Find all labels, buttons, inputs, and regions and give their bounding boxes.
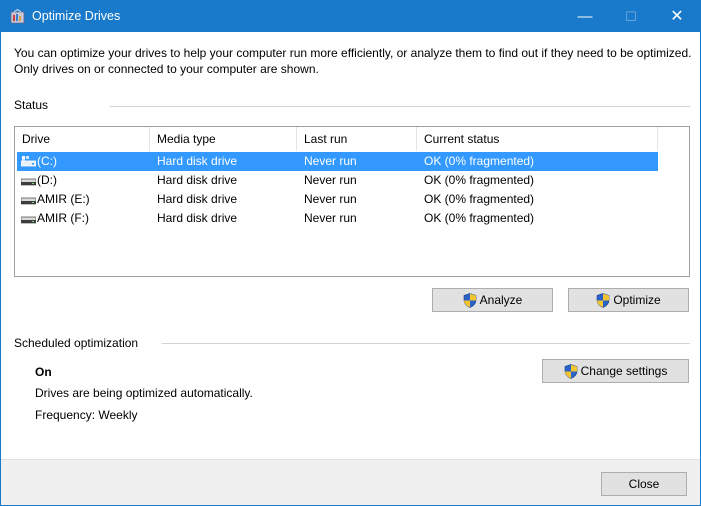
column-header-drive[interactable]: Drive bbox=[15, 127, 150, 151]
scheduled-section-label: Scheduled optimization bbox=[14, 336, 139, 350]
current-status: OK (0% fragmented) bbox=[424, 173, 535, 187]
drive-row-f[interactable]: AMIR (F:) Hard disk drive Never run OK (… bbox=[17, 209, 658, 228]
media-type: Hard disk drive bbox=[157, 192, 238, 206]
drive-name: (C:) bbox=[37, 154, 57, 168]
change-settings-label: Change settings bbox=[580, 364, 668, 378]
media-type: Hard disk drive bbox=[157, 211, 238, 225]
change-settings-button[interactable]: Change settings bbox=[542, 359, 689, 383]
hard-drive-icon bbox=[21, 216, 36, 224]
close-button[interactable]: Close bbox=[601, 472, 687, 496]
uac-shield-icon bbox=[597, 292, 610, 308]
footer-bar: Close bbox=[1, 459, 700, 505]
intro-text: You can optimize your drives to help you… bbox=[14, 46, 692, 76]
media-type: Hard disk drive bbox=[157, 154, 238, 168]
last-run: Never run bbox=[304, 192, 357, 206]
hard-drive-icon bbox=[21, 197, 36, 205]
window-title: Optimize Drives bbox=[32, 9, 121, 23]
drive-row-d[interactable]: (D:) Hard disk drive Never run OK (0% fr… bbox=[17, 171, 658, 190]
drives-list[interactable]: Drive Media type Last run Current status… bbox=[14, 126, 690, 277]
current-status: OK (0% fragmented) bbox=[424, 192, 535, 206]
current-status: OK (0% fragmented) bbox=[424, 154, 535, 168]
analyze-button[interactable]: Analyze bbox=[432, 288, 553, 312]
schedule-state: On bbox=[35, 365, 52, 379]
drive-name: (D:) bbox=[37, 173, 57, 187]
current-status: OK (0% fragmented) bbox=[424, 211, 535, 225]
schedule-frequency: Frequency: Weekly bbox=[35, 408, 138, 422]
optimize-drives-icon bbox=[10, 9, 25, 24]
close-window-button[interactable]: ✕ bbox=[654, 1, 700, 32]
drive-row-c[interactable]: (C:) Hard disk drive Never run OK (0% fr… bbox=[17, 152, 658, 171]
drive-row-e[interactable]: AMIR (E:) Hard disk drive Never run OK (… bbox=[17, 190, 658, 209]
drive-name: AMIR (E:) bbox=[37, 192, 90, 206]
optimize-drives-window: Optimize Drives — ☐ ✕ You can optimize y… bbox=[0, 0, 701, 506]
status-section-label: Status bbox=[14, 98, 49, 112]
schedule-description: Drives are being optimized automatically… bbox=[35, 386, 253, 400]
column-header-media-type[interactable]: Media type bbox=[150, 127, 297, 151]
status-divider bbox=[110, 106, 690, 107]
scheduled-divider bbox=[162, 343, 690, 344]
optimize-button[interactable]: Optimize bbox=[568, 288, 689, 312]
analyze-label: Analyze bbox=[479, 293, 523, 307]
uac-shield-icon bbox=[463, 292, 476, 308]
uac-shield-icon bbox=[564, 363, 577, 379]
hard-drive-icon bbox=[21, 178, 36, 186]
last-run: Never run bbox=[304, 154, 357, 168]
media-type: Hard disk drive bbox=[157, 173, 238, 187]
last-run: Never run bbox=[304, 173, 357, 187]
title-bar[interactable]: Optimize Drives — ☐ ✕ bbox=[1, 1, 700, 32]
column-header-current-status[interactable]: Current status bbox=[417, 127, 658, 151]
drive-name: AMIR (F:) bbox=[37, 211, 89, 225]
maximize-button[interactable]: ☐ bbox=[608, 1, 654, 32]
optimize-label: Optimize bbox=[613, 293, 661, 307]
last-run: Never run bbox=[304, 211, 357, 225]
minimize-button[interactable]: — bbox=[562, 1, 608, 32]
column-header-last-run[interactable]: Last run bbox=[297, 127, 417, 151]
system-drive-icon bbox=[21, 156, 36, 167]
